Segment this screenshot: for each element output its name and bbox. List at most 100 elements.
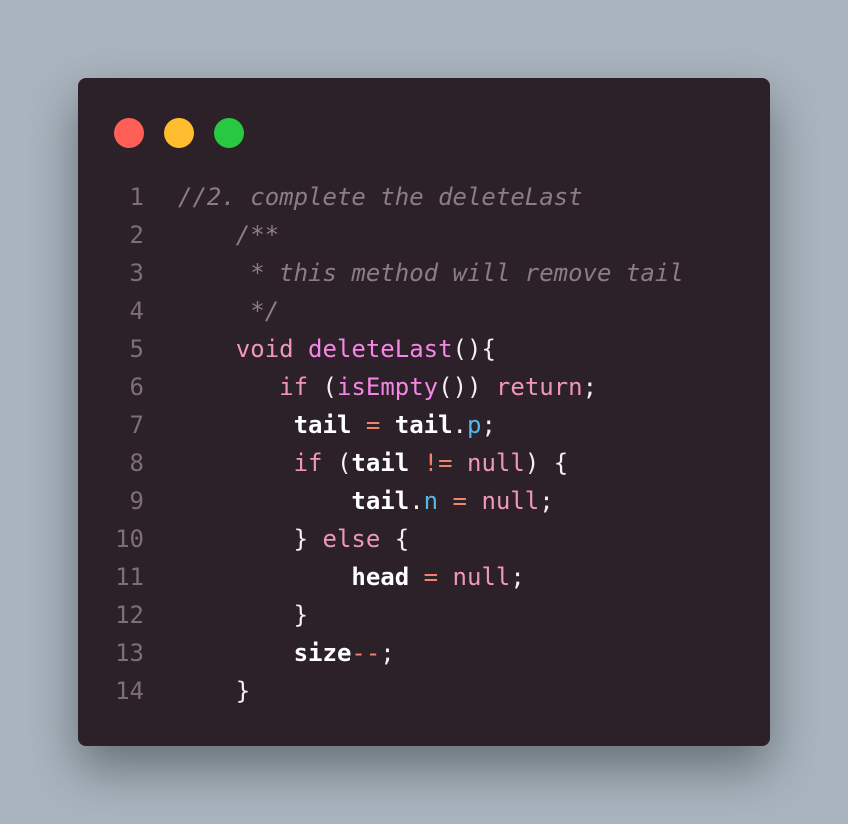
code-token: if (293, 449, 323, 477)
code-text: */ (178, 292, 279, 330)
code-text: void deleteLast(){ (178, 330, 496, 368)
code-token: return (495, 373, 583, 401)
code-token: tail (351, 449, 410, 477)
code-text: } (178, 596, 308, 634)
code-window: 1//2. complete the deleteLast 2 /** 3 * th… (78, 78, 770, 746)
code-token: if (279, 373, 309, 401)
code-token: tail (351, 487, 410, 515)
code-text: tail.n = null; (178, 482, 554, 520)
line-number: 7 (129, 411, 144, 439)
code-text: /** (178, 216, 279, 254)
code-token: tail (293, 411, 352, 439)
code-token: /** (178, 221, 280, 249)
code-line: 2 /** (78, 216, 770, 254)
code-token: * this method will remove tail (178, 259, 684, 287)
code-token: ; (539, 487, 554, 515)
line-number: 11 (115, 563, 144, 591)
code-text: if (isEmpty()) return; (178, 368, 597, 406)
code-line: 4 */ (78, 292, 770, 330)
code-token: ( (322, 449, 352, 477)
code-text: } (178, 672, 250, 710)
line-number: 13 (115, 639, 144, 667)
line-number: 6 (129, 373, 144, 401)
code-line: 8 if (tail != null) { (78, 444, 770, 482)
code-token: null (452, 563, 511, 591)
code-text: } else { (178, 520, 410, 558)
code-token: n (423, 487, 439, 515)
code-line: 12 } (78, 596, 770, 634)
code-token: void (235, 335, 294, 363)
code-token: head (351, 563, 410, 591)
code-text: head = null; (178, 558, 525, 596)
code-token: null (481, 487, 540, 515)
code-token: } (178, 525, 323, 553)
line-number: 12 (115, 601, 144, 629)
code-text: if (tail != null) { (178, 444, 569, 482)
code-token: . (452, 411, 467, 439)
code-line: 14 } (78, 672, 770, 710)
code-token: */ (178, 297, 280, 325)
code-line: 9 tail.n = null; (78, 482, 770, 520)
code-line: 5 void deleteLast(){ (78, 330, 770, 368)
code-token: (){ (452, 335, 496, 363)
code-line: 11 head = null; (78, 558, 770, 596)
code-text: tail = tail.p; (178, 406, 496, 444)
code-token: ; (510, 563, 525, 591)
code-token: ; (380, 639, 395, 667)
code-block: 1//2. complete the deleteLast 2 /** 3 * th… (78, 178, 770, 710)
code-token: deleteLast (308, 335, 453, 363)
line-number: 8 (129, 449, 144, 477)
close-dot-icon[interactable] (114, 118, 144, 148)
code-token: . (409, 487, 424, 515)
code-text: //2. complete the deleteLast (178, 178, 583, 216)
code-token: null (467, 449, 525, 477)
line-number: 9 (129, 487, 144, 515)
code-token: ) { (524, 449, 569, 477)
line-number: 14 (115, 677, 144, 705)
maximize-dot-icon[interactable] (214, 118, 244, 148)
code-text: * this method will remove tail (178, 254, 684, 292)
code-line: 13 size--; (78, 634, 770, 672)
code-line: 3 * this method will remove tail (78, 254, 770, 292)
line-number: 5 (129, 335, 144, 363)
code-token: else (322, 525, 381, 553)
code-line: 10 } else { (78, 520, 770, 558)
code-token: ()) (438, 373, 496, 401)
code-token: tail (394, 411, 453, 439)
line-number: 3 (129, 259, 144, 287)
code-token: = (365, 411, 381, 439)
code-text: size--; (178, 634, 395, 672)
code-line: 6 if (isEmpty()) return; (78, 368, 770, 406)
code-token: = (452, 487, 467, 515)
line-number: 2 (129, 221, 144, 249)
line-number: 10 (115, 525, 144, 553)
minimize-dot-icon[interactable] (164, 118, 194, 148)
code-token: size (293, 639, 352, 667)
code-token: { (380, 525, 410, 553)
code-line: 7 tail = tail.p; (78, 406, 770, 444)
code-token: p (467, 411, 482, 439)
code-token: -- (351, 639, 381, 667)
code-token: isEmpty (336, 373, 439, 401)
code-line: 1 //2. complete the deleteLast (78, 178, 770, 216)
code-token: = (423, 563, 439, 591)
line-number: 1 (129, 183, 144, 211)
line-number: 4 (129, 297, 144, 325)
code-token: } (178, 677, 251, 705)
code-token: != (423, 449, 453, 477)
